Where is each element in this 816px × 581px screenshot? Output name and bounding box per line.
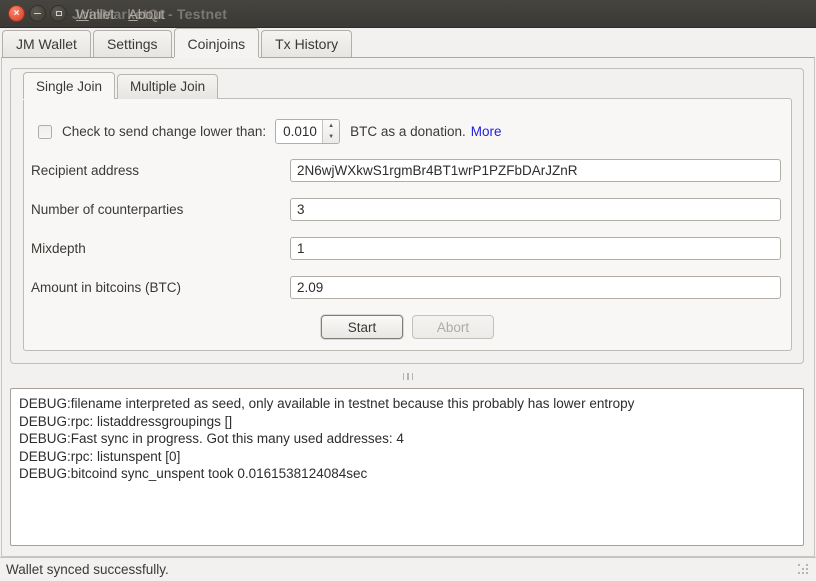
spinbox-down-icon[interactable]: ▼ [323, 132, 339, 144]
join-tab-bar: Single Join Multiple Join [23, 72, 220, 99]
status-bar: Wallet synced successfully. [0, 557, 816, 581]
menu-about[interactable]: About [128, 6, 165, 22]
tab-single-join[interactable]: Single Join [23, 72, 115, 99]
app-window: × JoinMarketQt - Testnet Wallet About JM… [0, 0, 816, 581]
menu-wallet[interactable]: Wallet [76, 6, 114, 22]
minimize-icon [34, 13, 41, 15]
donation-amount-input[interactable] [276, 120, 322, 143]
minimize-button[interactable] [29, 5, 46, 22]
window-controls: × [8, 5, 67, 22]
mixdepth-row: Mixdepth [31, 236, 781, 260]
donation-row: Check to send change lower than: ▲ ▼ BTC… [38, 119, 501, 144]
tab-multiple-join[interactable]: Multiple Join [117, 74, 218, 99]
mixdepth-input[interactable] [290, 237, 781, 260]
log-line: DEBUG:rpc: listunspent [0] [19, 448, 795, 466]
recipient-address-label: Recipient address [31, 163, 290, 178]
donation-spinbox: ▲ ▼ [275, 119, 340, 144]
abort-button[interactable]: Abort [412, 315, 494, 339]
single-join-pane: Check to send change lower than: ▲ ▼ BTC… [23, 98, 792, 351]
menu-bar: Wallet About [76, 6, 165, 22]
spinbox-up-icon[interactable]: ▲ [323, 120, 339, 132]
amount-label: Amount in bitcoins (BTC) [31, 280, 290, 295]
coinjoins-page: Single Join Multiple Join Check to send … [1, 57, 815, 557]
recipient-address-input[interactable] [290, 159, 781, 182]
main-tab-bar: JM Wallet Settings Coinjoins Tx History [0, 28, 816, 57]
counterparties-label: Number of counterparties [31, 202, 290, 217]
tab-settings[interactable]: Settings [93, 30, 172, 57]
donation-suffix-label: BTC as a donation. [350, 124, 466, 139]
donation-checkbox-label: Check to send change lower than: [62, 124, 266, 139]
log-line: DEBUG:bitcoind sync_unspent took 0.01615… [19, 465, 795, 483]
splitter-handle[interactable] [2, 370, 814, 382]
maximize-icon [56, 11, 62, 16]
log-line: DEBUG:filename interpreted as seed, only… [19, 395, 795, 413]
amount-input[interactable] [290, 276, 781, 299]
start-button[interactable]: Start [321, 315, 403, 339]
log-line: DEBUG:Fast sync in progress. Got this ma… [19, 430, 795, 448]
action-buttons: Start Abort [24, 315, 791, 339]
tab-coinjoins[interactable]: Coinjoins [174, 28, 260, 57]
resize-grip[interactable] [798, 564, 810, 576]
spinbox-arrows: ▲ ▼ [322, 120, 339, 143]
mixdepth-label: Mixdepth [31, 241, 290, 256]
debug-log[interactable]: DEBUG:filename interpreted as seed, only… [10, 388, 804, 546]
donation-checkbox[interactable] [38, 125, 52, 139]
maximize-button[interactable] [50, 5, 67, 22]
tab-jm-wallet[interactable]: JM Wallet [2, 30, 91, 57]
recipient-address-row: Recipient address [31, 158, 781, 182]
title-bar: × JoinMarketQt - Testnet Wallet About [0, 0, 816, 28]
join-groupbox: Single Join Multiple Join Check to send … [10, 68, 804, 364]
status-message: Wallet synced successfully. [6, 562, 169, 577]
tab-tx-history[interactable]: Tx History [261, 30, 352, 57]
splitter-grip-icon [403, 373, 414, 380]
close-button[interactable]: × [8, 5, 25, 22]
amount-row: Amount in bitcoins (BTC) [31, 275, 781, 299]
counterparties-input[interactable] [290, 198, 781, 221]
counterparties-row: Number of counterparties [31, 197, 781, 221]
more-link[interactable]: More [471, 124, 502, 139]
log-line: DEBUG:rpc: listaddressgroupings [] [19, 413, 795, 431]
